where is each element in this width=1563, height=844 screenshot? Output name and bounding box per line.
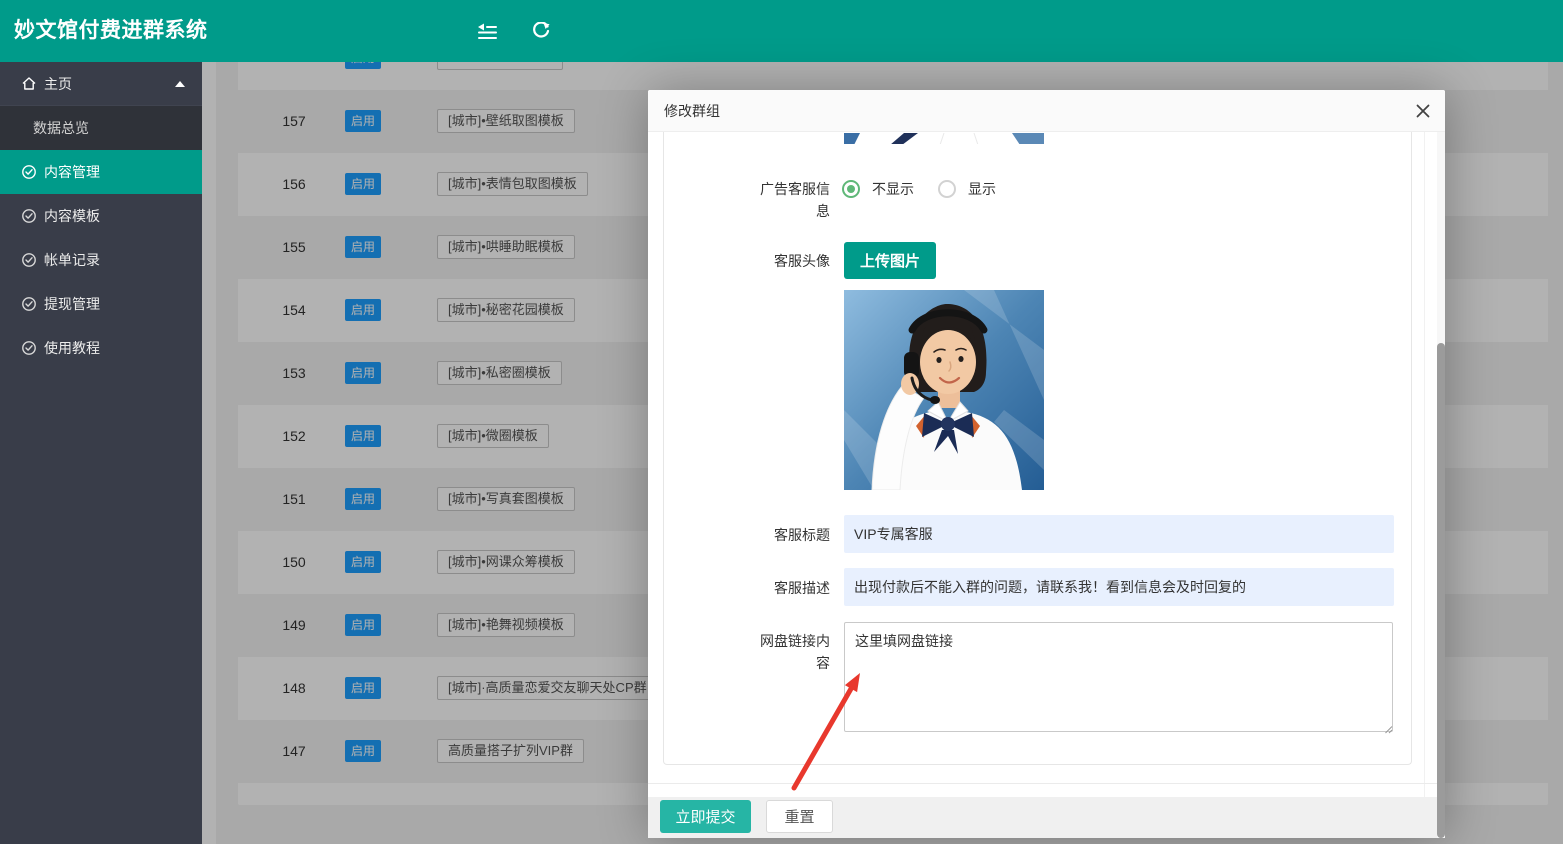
- resize-handle-icon[interactable]: [1383, 721, 1393, 731]
- sidebar-item-label: 数据总览: [33, 118, 89, 138]
- chevron-up-icon: [175, 81, 185, 87]
- ad-service-label: 广告客服信息: [750, 178, 830, 222]
- close-icon[interactable]: [1415, 103, 1431, 119]
- check-badge-icon: [21, 296, 37, 312]
- service-title-input[interactable]: [844, 515, 1394, 553]
- radio-hide-selected[interactable]: [842, 180, 860, 198]
- sidebar-item-billing-records[interactable]: 帐单记录: [0, 238, 202, 282]
- panel-divider: [1424, 132, 1425, 838]
- home-icon: [21, 76, 37, 91]
- check-badge-icon: [21, 208, 37, 224]
- sidebar-item-home[interactable]: 主页: [0, 62, 202, 106]
- customer-service-agent-photo: [844, 290, 1044, 490]
- netdisk-label: 网盘链接内容: [750, 630, 830, 674]
- service-title-label: 客服标题: [750, 524, 830, 546]
- scrolled-image-sliver: [844, 132, 1044, 144]
- radio-show-label[interactable]: 显示: [968, 179, 996, 199]
- top-header-bar: 妙文馆付费进群系统: [0, 0, 1563, 62]
- sidebar-item-data-overview[interactable]: 数据总览: [0, 106, 202, 150]
- app-title: 妙文馆付费进群系统: [14, 0, 208, 62]
- netdisk-textarea[interactable]: 这里填网盘链接: [844, 622, 1393, 732]
- app-root: 启用 157 启用 [城市]•壁纸取图模板 156 启用 [城市]•表情包取图模…: [0, 0, 1563, 844]
- avatar-label: 客服头像: [750, 250, 830, 272]
- refresh-icon[interactable]: [532, 22, 554, 40]
- sidebar-item-content-template[interactable]: 内容模板: [0, 194, 202, 238]
- sidebar-item-content-manage[interactable]: 内容管理: [0, 150, 202, 194]
- check-badge-icon: [21, 340, 37, 356]
- sidebar-item-label: 内容模板: [44, 206, 100, 226]
- sidebar-item-tutorial[interactable]: 使用教程: [0, 326, 202, 370]
- sidebar-item-withdraw-manage[interactable]: 提现管理: [0, 282, 202, 326]
- sidebar-item-label: 内容管理: [44, 162, 100, 182]
- edit-group-modal: 修改群组 广告客服信息 不显示 显示 客服头像 上传图片: [648, 90, 1445, 838]
- footer-divider: [648, 783, 1437, 784]
- check-badge-icon: [21, 252, 37, 268]
- service-desc-input[interactable]: [844, 568, 1394, 606]
- ad-service-radio-group: 不显示 显示: [842, 179, 996, 199]
- radio-show[interactable]: [938, 180, 956, 198]
- sidebar-nav: 主页 数据总览 内容管理 内容模板 帐单记录: [0, 62, 202, 844]
- sidebar-item-label: 帐单记录: [44, 250, 100, 270]
- sidebar-item-label: 主页: [44, 74, 72, 94]
- radio-hide-label[interactable]: 不显示: [872, 179, 914, 199]
- check-badge-icon: [21, 164, 37, 180]
- upload-image-button[interactable]: 上传图片: [844, 242, 936, 279]
- modal-scrollbar-thumb[interactable]: [1437, 343, 1445, 838]
- service-desc-label: 客服描述: [750, 577, 830, 599]
- collapse-sidebar-icon[interactable]: [478, 23, 500, 41]
- reset-button[interactable]: 重置: [766, 800, 833, 833]
- submit-button[interactable]: 立即提交: [660, 800, 751, 833]
- sidebar-item-label: 提现管理: [44, 294, 100, 314]
- modal-title: 修改群组: [648, 90, 1445, 132]
- sidebar-item-label: 使用教程: [44, 338, 100, 358]
